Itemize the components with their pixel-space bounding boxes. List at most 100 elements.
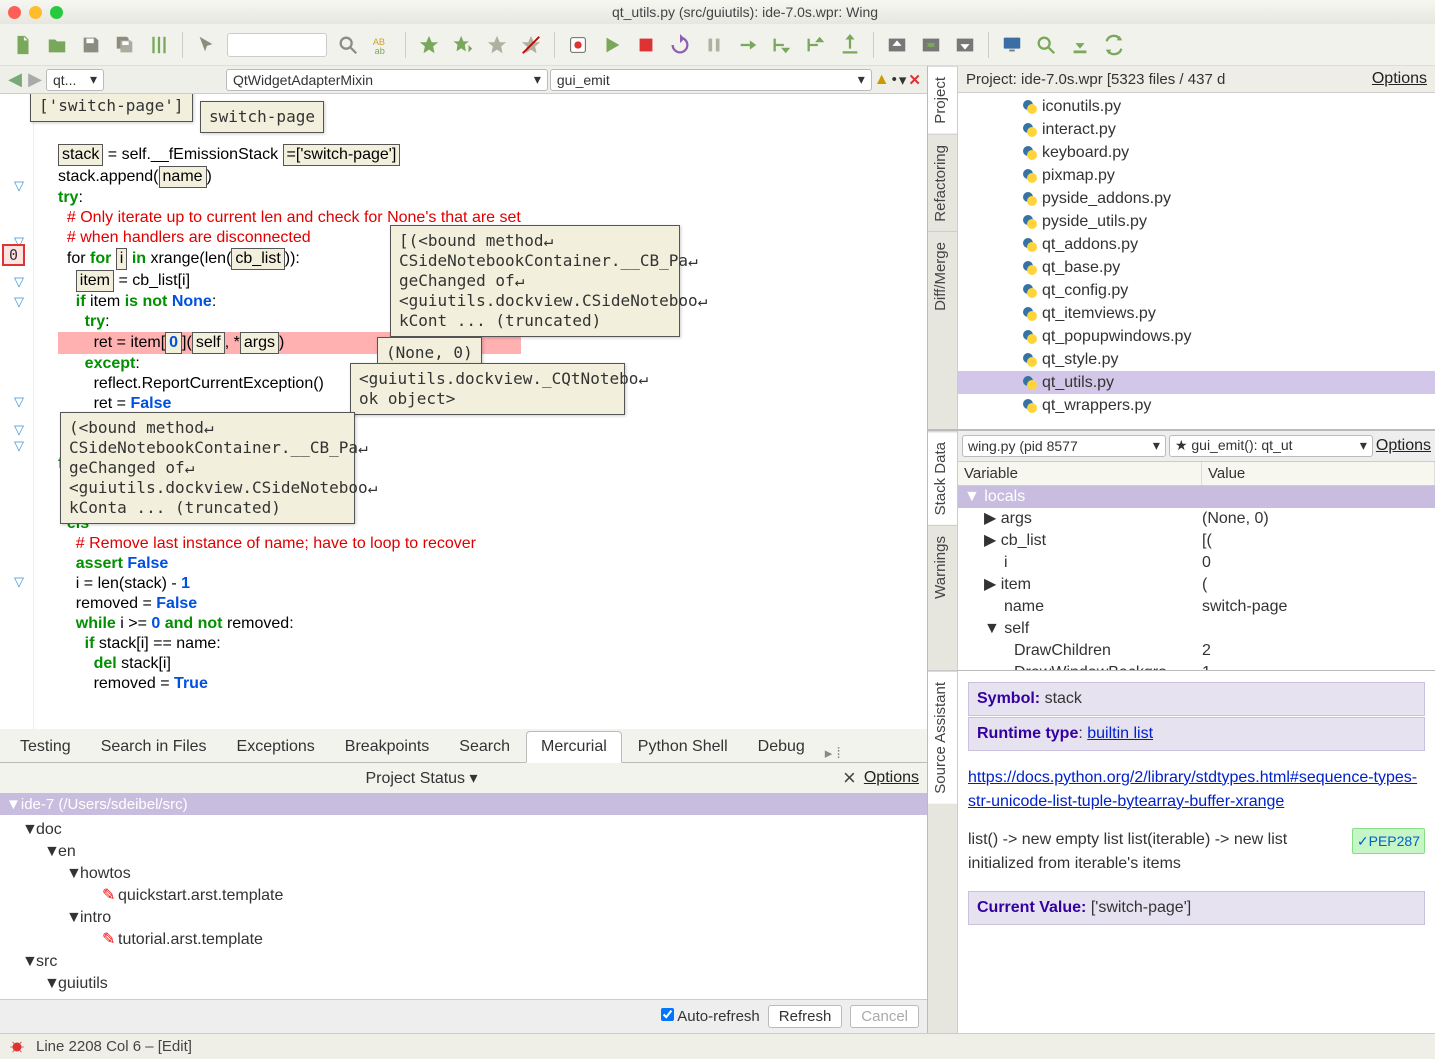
project-file[interactable]: interact.py: [958, 118, 1435, 141]
download-icon[interactable]: [1067, 32, 1093, 58]
frame-up-icon[interactable]: [884, 32, 910, 58]
project-file[interactable]: pyside_utils.py: [958, 210, 1435, 233]
step-into-icon[interactable]: [735, 32, 761, 58]
project-file[interactable]: qt_utils.py: [958, 371, 1435, 394]
frame-selector[interactable]: ★ gui_emit(): qt_ut▾: [1169, 435, 1373, 457]
stack-row[interactable]: ▼ self: [958, 618, 1435, 640]
bookmark-icon[interactable]: [416, 32, 442, 58]
tab-exceptions[interactable]: Exceptions: [223, 732, 329, 762]
side-tab-project[interactable]: Project: [928, 66, 957, 134]
stack-row[interactable]: nameswitch-page: [958, 596, 1435, 618]
function-selector[interactable]: gui_emit ▾: [550, 69, 872, 91]
bug-icon[interactable]: [8, 1038, 26, 1056]
project-file-list[interactable]: iconutils.py interact.py keyboard.py pix…: [958, 93, 1435, 429]
tab-search[interactable]: Search: [445, 732, 524, 762]
dot-menu-icon[interactable]: •: [892, 71, 897, 88]
project-options[interactable]: Options: [1372, 70, 1427, 88]
bookmark-next-icon[interactable]: [450, 32, 476, 58]
frame-down-icon[interactable]: [952, 32, 978, 58]
project-file[interactable]: iconutils.py: [958, 95, 1435, 118]
open-folder-icon[interactable]: [44, 32, 70, 58]
close-panel-icon[interactable]: ×: [843, 765, 856, 791]
tree-row[interactable]: ▼src: [0, 951, 927, 973]
save-icon[interactable]: [78, 32, 104, 58]
nav-fwd[interactable]: ▶: [26, 69, 44, 90]
col-value[interactable]: Value: [1202, 462, 1435, 485]
tab-python-shell[interactable]: Python Shell: [624, 732, 742, 762]
project-file[interactable]: qt_popupwindows.py: [958, 325, 1435, 348]
frame-menu-icon[interactable]: [918, 32, 944, 58]
side-tab-source-assistant[interactable]: Source Assistant: [928, 671, 957, 804]
zoom-window[interactable]: [50, 6, 63, 19]
stack-row[interactable]: ▼ locals: [958, 486, 1435, 508]
monitor-icon[interactable]: [999, 32, 1025, 58]
find-icon[interactable]: [1033, 32, 1059, 58]
sync-icon[interactable]: [1101, 32, 1127, 58]
project-status-tree[interactable]: ▼doc▼en▼howtos✎quickstart.arst.template▼…: [0, 815, 927, 999]
file-selector[interactable]: qt... ▾: [46, 69, 104, 91]
stack-row[interactable]: ▶ cb_list[(: [958, 530, 1435, 552]
tab-testing[interactable]: Testing: [6, 732, 85, 762]
side-tab-stack-data[interactable]: Stack Data: [928, 431, 957, 525]
runtime-type-link[interactable]: builtin list: [1087, 725, 1153, 742]
stack-row[interactable]: ▶ args(None, 0): [958, 508, 1435, 530]
tree-row[interactable]: ▼doc: [0, 819, 927, 841]
stack-data-grid[interactable]: ▼ locals▶ args(None, 0)▶ cb_list[(i0▶ it…: [958, 486, 1435, 670]
minimize-window[interactable]: [29, 6, 42, 19]
tree-row[interactable]: ✎quickstart.arst.template: [0, 885, 927, 907]
project-file[interactable]: pixmap.py: [958, 164, 1435, 187]
project-status-label[interactable]: Project Status ▾: [8, 768, 835, 788]
toolbar-search-input[interactable]: [227, 33, 327, 57]
refresh-button[interactable]: Refresh: [768, 1005, 843, 1028]
auto-refresh-checkbox[interactable]: Auto-refresh: [661, 1008, 760, 1025]
save-all-icon[interactable]: [112, 32, 138, 58]
warning-icon[interactable]: ▲: [874, 71, 890, 89]
close-editor-icon[interactable]: ✕: [908, 71, 921, 89]
project-file[interactable]: qt_base.py: [958, 256, 1435, 279]
stack-options[interactable]: Options: [1376, 437, 1431, 455]
side-tab-refactoring[interactable]: Refactoring: [928, 134, 957, 232]
cancel-button[interactable]: Cancel: [850, 1005, 919, 1028]
docs-url-link[interactable]: https://docs.python.org/2/library/stdtyp…: [968, 766, 1425, 814]
stack-row[interactable]: i0: [958, 552, 1435, 574]
pause-icon[interactable]: [701, 32, 727, 58]
cursor-icon[interactable]: [193, 32, 219, 58]
bookmark-remove-icon[interactable]: [518, 32, 544, 58]
project-file[interactable]: qt_addons.py: [958, 233, 1435, 256]
tree-header[interactable]: ▼ ide-7 (/Users/sdeibel/src): [0, 793, 927, 815]
tree-row[interactable]: ✎tutorial.arst.template: [0, 929, 927, 951]
diff-icon[interactable]: [146, 32, 172, 58]
nav-back[interactable]: ◀: [6, 69, 24, 90]
close-window[interactable]: [8, 6, 21, 19]
class-selector[interactable]: QtWidgetAdapterMixin ▾: [226, 69, 548, 91]
options-chevron-icon[interactable]: ▾: [899, 71, 907, 89]
tree-row[interactable]: ▼intro: [0, 907, 927, 929]
record-icon[interactable]: [565, 32, 591, 58]
restart-icon[interactable]: [667, 32, 693, 58]
stack-row[interactable]: ▶ item(: [958, 574, 1435, 596]
new-file-icon[interactable]: [10, 32, 36, 58]
tab-search-in-files[interactable]: Search in Files: [87, 732, 221, 762]
step-over-icon[interactable]: [769, 32, 795, 58]
project-file[interactable]: qt_style.py: [958, 348, 1435, 371]
tab-breakpoints[interactable]: Breakpoints: [331, 732, 444, 762]
project-file[interactable]: qt_wrappers.py: [958, 394, 1435, 417]
process-selector[interactable]: wing.py (pid 8577▾: [962, 435, 1166, 457]
stack-row[interactable]: DrawChildren2: [958, 640, 1435, 662]
tab-debug[interactable]: Debug: [744, 732, 819, 762]
replace-icon[interactable]: ABab: [369, 32, 395, 58]
project-file[interactable]: pyside_addons.py: [958, 187, 1435, 210]
stack-row[interactable]: DrawWindowBackgro1: [958, 662, 1435, 670]
side-tab-diffmerge[interactable]: Diff/Merge: [928, 231, 957, 321]
bookmark-add-icon[interactable]: [484, 32, 510, 58]
tree-row[interactable]: ▼howtos: [0, 863, 927, 885]
step-out-icon[interactable]: [803, 32, 829, 58]
code-editor[interactable]: ▽ ▽ ▽ ▽ ▽ ▽ ▽ ▽ 0 return False stack = s…: [0, 94, 927, 729]
side-tab-warnings[interactable]: Warnings: [928, 525, 957, 609]
run-icon[interactable]: [599, 32, 625, 58]
tab-mercurial[interactable]: Mercurial: [526, 731, 622, 763]
col-variable[interactable]: Variable: [958, 462, 1202, 485]
stop-icon[interactable]: [633, 32, 659, 58]
project-file[interactable]: qt_itemviews.py: [958, 302, 1435, 325]
project-file[interactable]: qt_config.py: [958, 279, 1435, 302]
